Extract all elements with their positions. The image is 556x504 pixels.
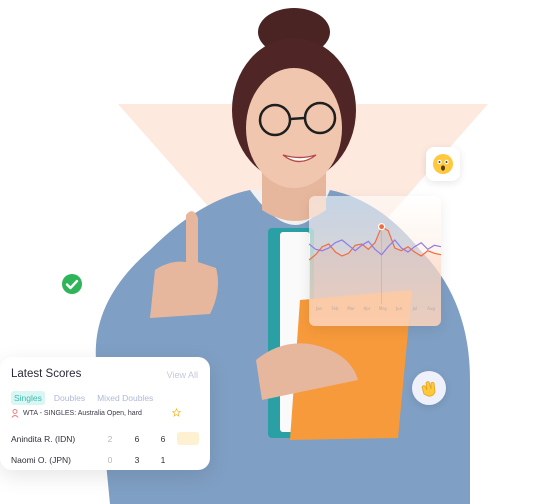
score-tabs: Singles Doubles Mixed Doubles <box>11 391 156 405</box>
line-chart-card: Jan Feb Mar Apr May Jun Jul Aug <box>309 196 441 326</box>
set-score: 2 <box>107 434 113 444</box>
line-chart: Jan Feb Mar Apr May Jun Jul Aug <box>309 223 441 326</box>
x-tick-label: May <box>379 306 388 311</box>
x-tick-label: Aug <box>427 306 435 311</box>
shocked-face-badge <box>426 147 460 181</box>
scores-title: Latest Scores <box>11 368 82 380</box>
star-icon[interactable] <box>172 408 181 417</box>
set-score: 3 <box>134 455 140 465</box>
set-score: 0 <box>107 455 113 465</box>
hero-section: Jan Feb Mar Apr May Jun Jul Aug Latest Scores V… <box>0 0 556 504</box>
clapping-badge <box>412 371 446 405</box>
event-row: WTA - SINGLES: Australia Open, hard <box>11 409 142 418</box>
tab-doubles[interactable]: Doubles <box>51 391 88 405</box>
tab-singles[interactable]: Singles <box>11 391 45 405</box>
x-tick-label: Jul <box>412 306 418 311</box>
view-all-link[interactable]: View All <box>167 370 198 380</box>
tab-mixed-doubles[interactable]: Mixed Doubles <box>94 391 156 405</box>
user-icon <box>11 409 19 418</box>
player-row: Naomi O. (JPN) 0 3 1 <box>11 455 206 469</box>
player-name: Anindita R. (IDN) <box>11 434 76 444</box>
clapping-hands-icon <box>421 381 436 397</box>
set-score: 6 <box>134 434 140 444</box>
live-indicator <box>177 432 199 445</box>
set-score: 1 <box>160 455 166 465</box>
player-name: Naomi O. (JPN) <box>11 455 71 465</box>
x-tick-label: Jan <box>315 306 323 311</box>
peak-point <box>377 223 386 231</box>
shocked-face-icon <box>433 154 453 174</box>
event-label: WTA - SINGLES: Australia Open, hard <box>23 410 142 417</box>
x-tick-label: Jun <box>395 306 403 311</box>
x-tick-label: Apr <box>364 306 371 311</box>
x-tick-label: Mar <box>347 306 355 311</box>
set-score: 6 <box>160 434 166 444</box>
check-circle-icon <box>62 274 82 294</box>
player-row: Anindita R. (IDN) 2 6 6 <box>11 432 206 448</box>
latest-scores-card: Latest Scores View All Singles Doubles M… <box>0 357 210 470</box>
x-tick-label: Feb <box>331 306 339 311</box>
